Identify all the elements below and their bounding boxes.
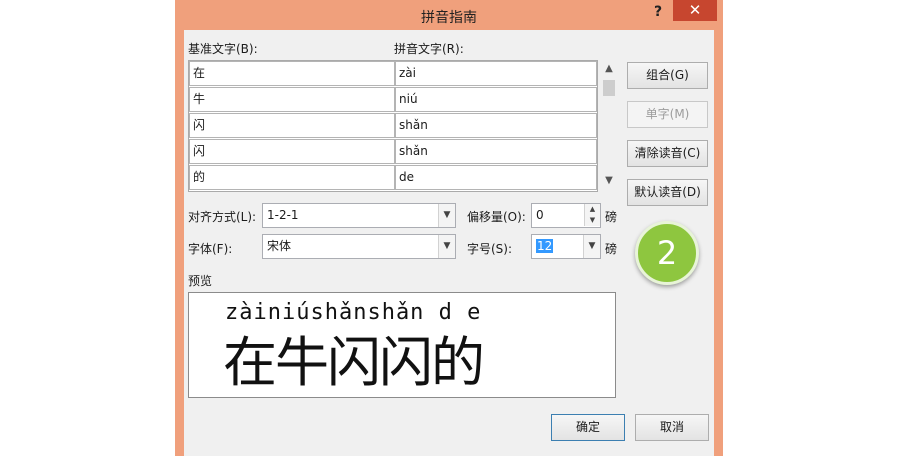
- clear-pronunciation-button[interactable]: 清除读音(C): [627, 140, 708, 167]
- dialog-title: 拼音指南: [421, 10, 477, 26]
- single-char-button[interactable]: 单字(M): [627, 101, 708, 128]
- dialog-client-area: 基准文字(B): 拼音文字(R): 在 zài 牛 niú 闪 shǎn 闪 s…: [184, 30, 714, 456]
- font-select[interactable]: 宋体 ▼: [262, 234, 456, 259]
- default-pronunciation-button[interactable]: 默认读音(D): [627, 179, 708, 206]
- chevron-down-icon[interactable]: ▼: [583, 235, 600, 258]
- pinyin-guide-dialog: 拼音指南 ? ✕ 基准文字(B): 拼音文字(R): 在 zài 牛 niú 闪…: [175, 0, 723, 456]
- pinyin-grid: 在 zài 牛 niú 闪 shǎn 闪 shǎn 的 de: [188, 60, 598, 192]
- alignment-label: 对齐方式(L):: [188, 210, 257, 224]
- offset-unit: 磅: [605, 210, 618, 224]
- size-select[interactable]: 12 ▼: [531, 234, 601, 259]
- pinyin-cell[interactable]: de: [395, 165, 597, 190]
- offset-value: 0: [536, 208, 544, 222]
- pinyin-cell[interactable]: shǎn: [395, 113, 597, 138]
- help-button[interactable]: ?: [646, 2, 670, 22]
- scroll-up-icon[interactable]: ▲: [602, 63, 616, 74]
- font-label: 字体(F):: [188, 242, 233, 256]
- base-cell[interactable]: 牛: [189, 87, 395, 112]
- pinyin-cell[interactable]: niú: [395, 87, 597, 112]
- title-bar[interactable]: 拼音指南 ? ✕: [175, 0, 723, 30]
- offset-label: 偏移量(O):: [467, 210, 526, 224]
- size-label: 字号(S):: [467, 242, 513, 256]
- base-cell[interactable]: 在: [189, 61, 395, 86]
- chevron-down-icon[interactable]: ▼: [438, 204, 455, 227]
- preview-box: zàiniúshǎnshǎn d e 在牛闪闪的: [188, 292, 616, 398]
- spin-down-icon[interactable]: ▼: [584, 215, 600, 226]
- scrollbar-thumb[interactable]: [603, 80, 615, 96]
- scroll-down-icon[interactable]: ▼: [602, 175, 616, 186]
- offset-spinner[interactable]: 0 ▲ ▼: [531, 203, 601, 228]
- size-unit: 磅: [605, 242, 618, 256]
- font-value: 宋体: [267, 239, 292, 253]
- preview-pinyin: zàiniúshǎnshǎn d e: [225, 300, 482, 325]
- group-button[interactable]: 组合(G): [627, 62, 708, 89]
- alignment-value: 1-2-1: [267, 208, 299, 222]
- close-button[interactable]: ✕: [673, 0, 717, 21]
- alignment-select[interactable]: 1-2-1 ▼: [262, 203, 456, 228]
- step-number-badge: 2: [635, 221, 699, 285]
- preview-label: 预览: [188, 274, 213, 288]
- pinyin-cell[interactable]: shǎn: [395, 139, 597, 164]
- cancel-button[interactable]: 取消: [635, 414, 709, 441]
- base-cell[interactable]: 的: [189, 165, 395, 190]
- ok-button[interactable]: 确定: [551, 414, 625, 441]
- preview-text: 在牛闪闪的: [223, 331, 485, 394]
- base-cell[interactable]: 闪: [189, 113, 395, 138]
- base-cell[interactable]: 闪: [189, 139, 395, 164]
- grid-scrollbar[interactable]: ▲ ▼: [602, 63, 616, 190]
- chevron-down-icon[interactable]: ▼: [438, 235, 455, 258]
- pinyin-text-header: 拼音文字(R):: [394, 42, 464, 56]
- size-value[interactable]: 12: [536, 239, 554, 253]
- pinyin-cell[interactable]: zài: [395, 61, 597, 86]
- base-text-header: 基准文字(B):: [188, 42, 258, 56]
